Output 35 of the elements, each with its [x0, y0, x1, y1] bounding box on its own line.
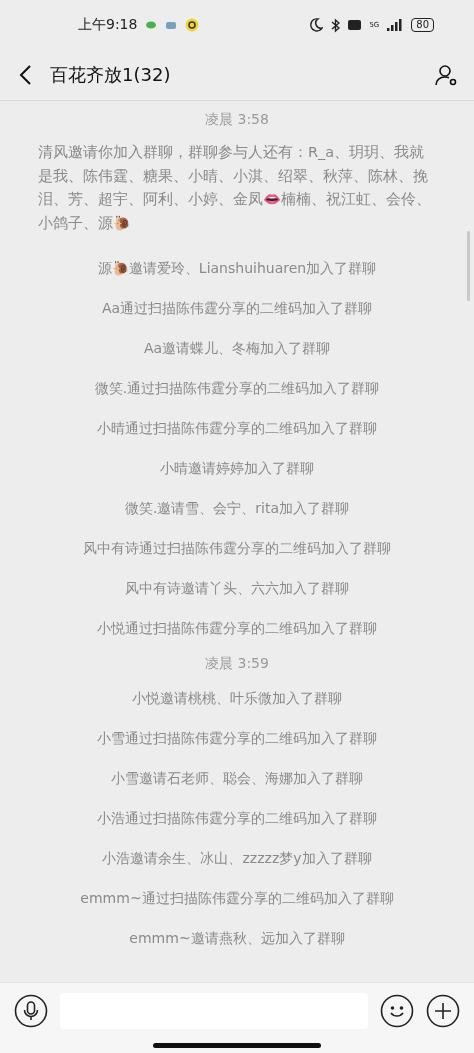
battery-indicator: 80 [411, 18, 434, 32]
system-message: 小浩通过扫描陈伟霆分享的二维码加入了群聊 [97, 809, 377, 828]
system-message: 风中有诗通过扫描陈伟霆分享的二维码加入了群聊 [83, 539, 391, 558]
notification-icon [145, 21, 158, 29]
status-time: 上午9:18 [78, 16, 138, 34]
system-message: Aa通过扫描陈伟霆分享的二维码加入了群聊 [101, 299, 373, 318]
microphone-icon[interactable] [14, 994, 48, 1028]
timestamp: 凌晨 3:59 [205, 654, 269, 673]
system-message: Aa邀请蝶儿、冬梅加入了群聊 [143, 339, 331, 358]
person-icon[interactable] [434, 63, 458, 87]
system-message: 微笑.通过扫描陈伟霆分享的二维码加入了群聊 [94, 379, 380, 398]
system-message: 小晴邀请婷婷加入了群聊 [160, 459, 314, 478]
system-message: emmm~邀请燕秋、远加入了群聊 [129, 929, 345, 948]
system-message: 源🐌邀请爱玲、Lianshuihuaren加入了群聊 [97, 259, 377, 278]
group-invite-notice: 清风邀请你加入群聊，群聊参与人还有：R_a、玥玥、我就是我、陈伟霆、糖果、小晴、小淇、绍翠、秋萍、陈林、挽泪、芳、超宇、阿利、小婷、金凤👄楠楠、祝江虹、会伶、小鸽子、源🐌 [37, 143, 432, 233]
chat-title: 百花齐放1(32) [50, 63, 171, 87]
scroll-thumb [467, 231, 470, 301]
plus-icon[interactable] [426, 994, 460, 1028]
signal-icon [387, 19, 404, 31]
system-message: 微笑.邀请雪、会宁、rita加入了群聊 [124, 499, 350, 518]
system-message: 小浩邀请余生、冰山、zzzzz梦y加入了群聊 [102, 849, 372, 868]
system-message: 小悦通过扫描陈伟霆分享的二维码加入了群聊 [97, 619, 377, 638]
notification-icon [185, 18, 200, 32]
bluetooth-icon [331, 17, 341, 33]
system-message: emmm~通过扫描陈伟霆分享的二维码加入了群聊 [80, 889, 394, 908]
timestamp: 凌晨 3:58 [205, 110, 269, 129]
system-message: 小雪通过扫描陈伟霆分享的二维码加入了群聊 [97, 729, 377, 748]
moon-icon [309, 18, 324, 32]
system-message: 小晴通过扫描陈伟霆分享的二维码加入了群聊 [97, 419, 377, 438]
system-message: 小雪邀请石老师、聪会、海娜加入了群聊 [111, 769, 363, 788]
notification-icon [165, 20, 178, 30]
system-message: 风中有诗邀请丫头、六六加入了群聊 [125, 579, 349, 598]
system-message: 小悦邀请桃桃、叶乐微加入了群聊 [132, 689, 342, 708]
smiley-icon[interactable] [380, 994, 414, 1028]
back-icon[interactable] [18, 64, 32, 86]
